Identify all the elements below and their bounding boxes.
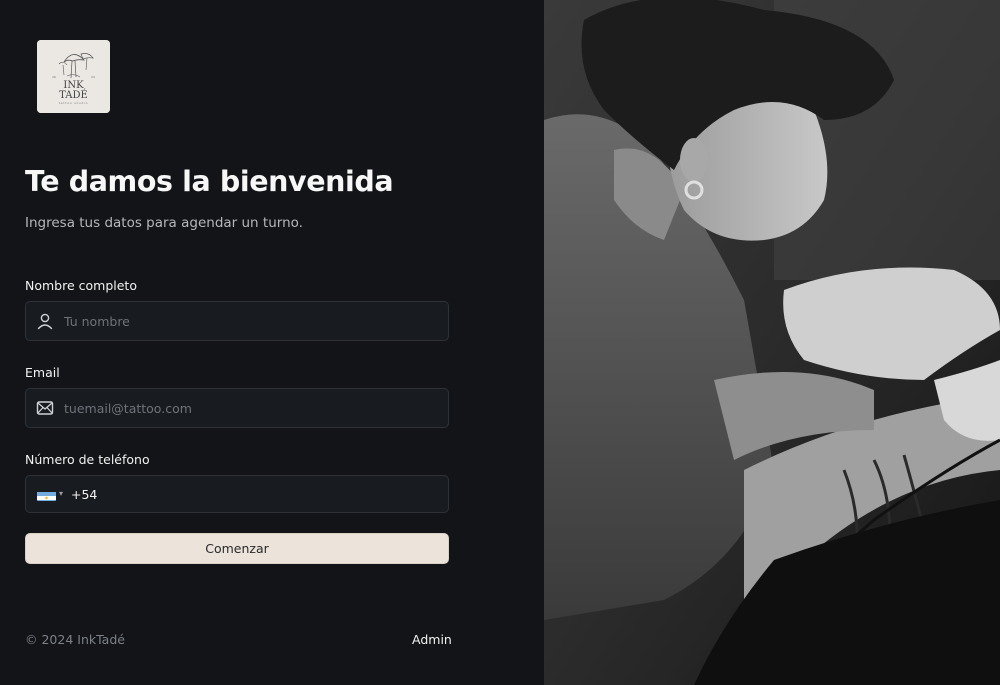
phone-field[interactable]: ▾ +54 bbox=[25, 475, 449, 514]
logo-icon: 20 23 INK TADÉ tattoo studio bbox=[37, 40, 110, 113]
copyright-text: © 2024 InkTadé bbox=[25, 632, 125, 647]
tattoo-artist-image bbox=[544, 0, 1000, 685]
svg-text:20: 20 bbox=[52, 75, 56, 79]
start-button[interactable]: Comenzar bbox=[25, 533, 449, 564]
phone-label: Número de teléfono bbox=[25, 452, 150, 467]
email-label: Email bbox=[25, 365, 60, 380]
argentina-flag-icon[interactable] bbox=[37, 489, 56, 501]
login-panel: 20 23 INK TADÉ tattoo studio Te damos la… bbox=[0, 0, 544, 685]
user-icon bbox=[35, 311, 55, 331]
chevron-down-icon[interactable]: ▾ bbox=[59, 489, 63, 498]
svg-text:23: 23 bbox=[91, 75, 95, 79]
logo-subtext: tattoo studio bbox=[59, 101, 89, 105]
name-field[interactable] bbox=[25, 301, 449, 341]
name-input[interactable] bbox=[64, 302, 439, 340]
phone-input[interactable] bbox=[106, 476, 441, 514]
page-subtitle: Ingresa tus datos para agendar un turno. bbox=[25, 215, 303, 231]
name-label: Nombre completo bbox=[25, 278, 137, 293]
mail-icon bbox=[35, 398, 55, 418]
hero-photo bbox=[544, 0, 1000, 685]
email-input[interactable] bbox=[64, 389, 439, 427]
page-title: Te damos la bienvenida bbox=[25, 165, 394, 198]
email-field[interactable] bbox=[25, 388, 449, 428]
admin-link[interactable]: Admin bbox=[412, 632, 452, 647]
phone-country-code: +54 bbox=[71, 487, 98, 502]
studio-logo: 20 23 INK TADÉ tattoo studio bbox=[37, 40, 110, 113]
logo-text-line2: TADÉ bbox=[59, 89, 88, 101]
